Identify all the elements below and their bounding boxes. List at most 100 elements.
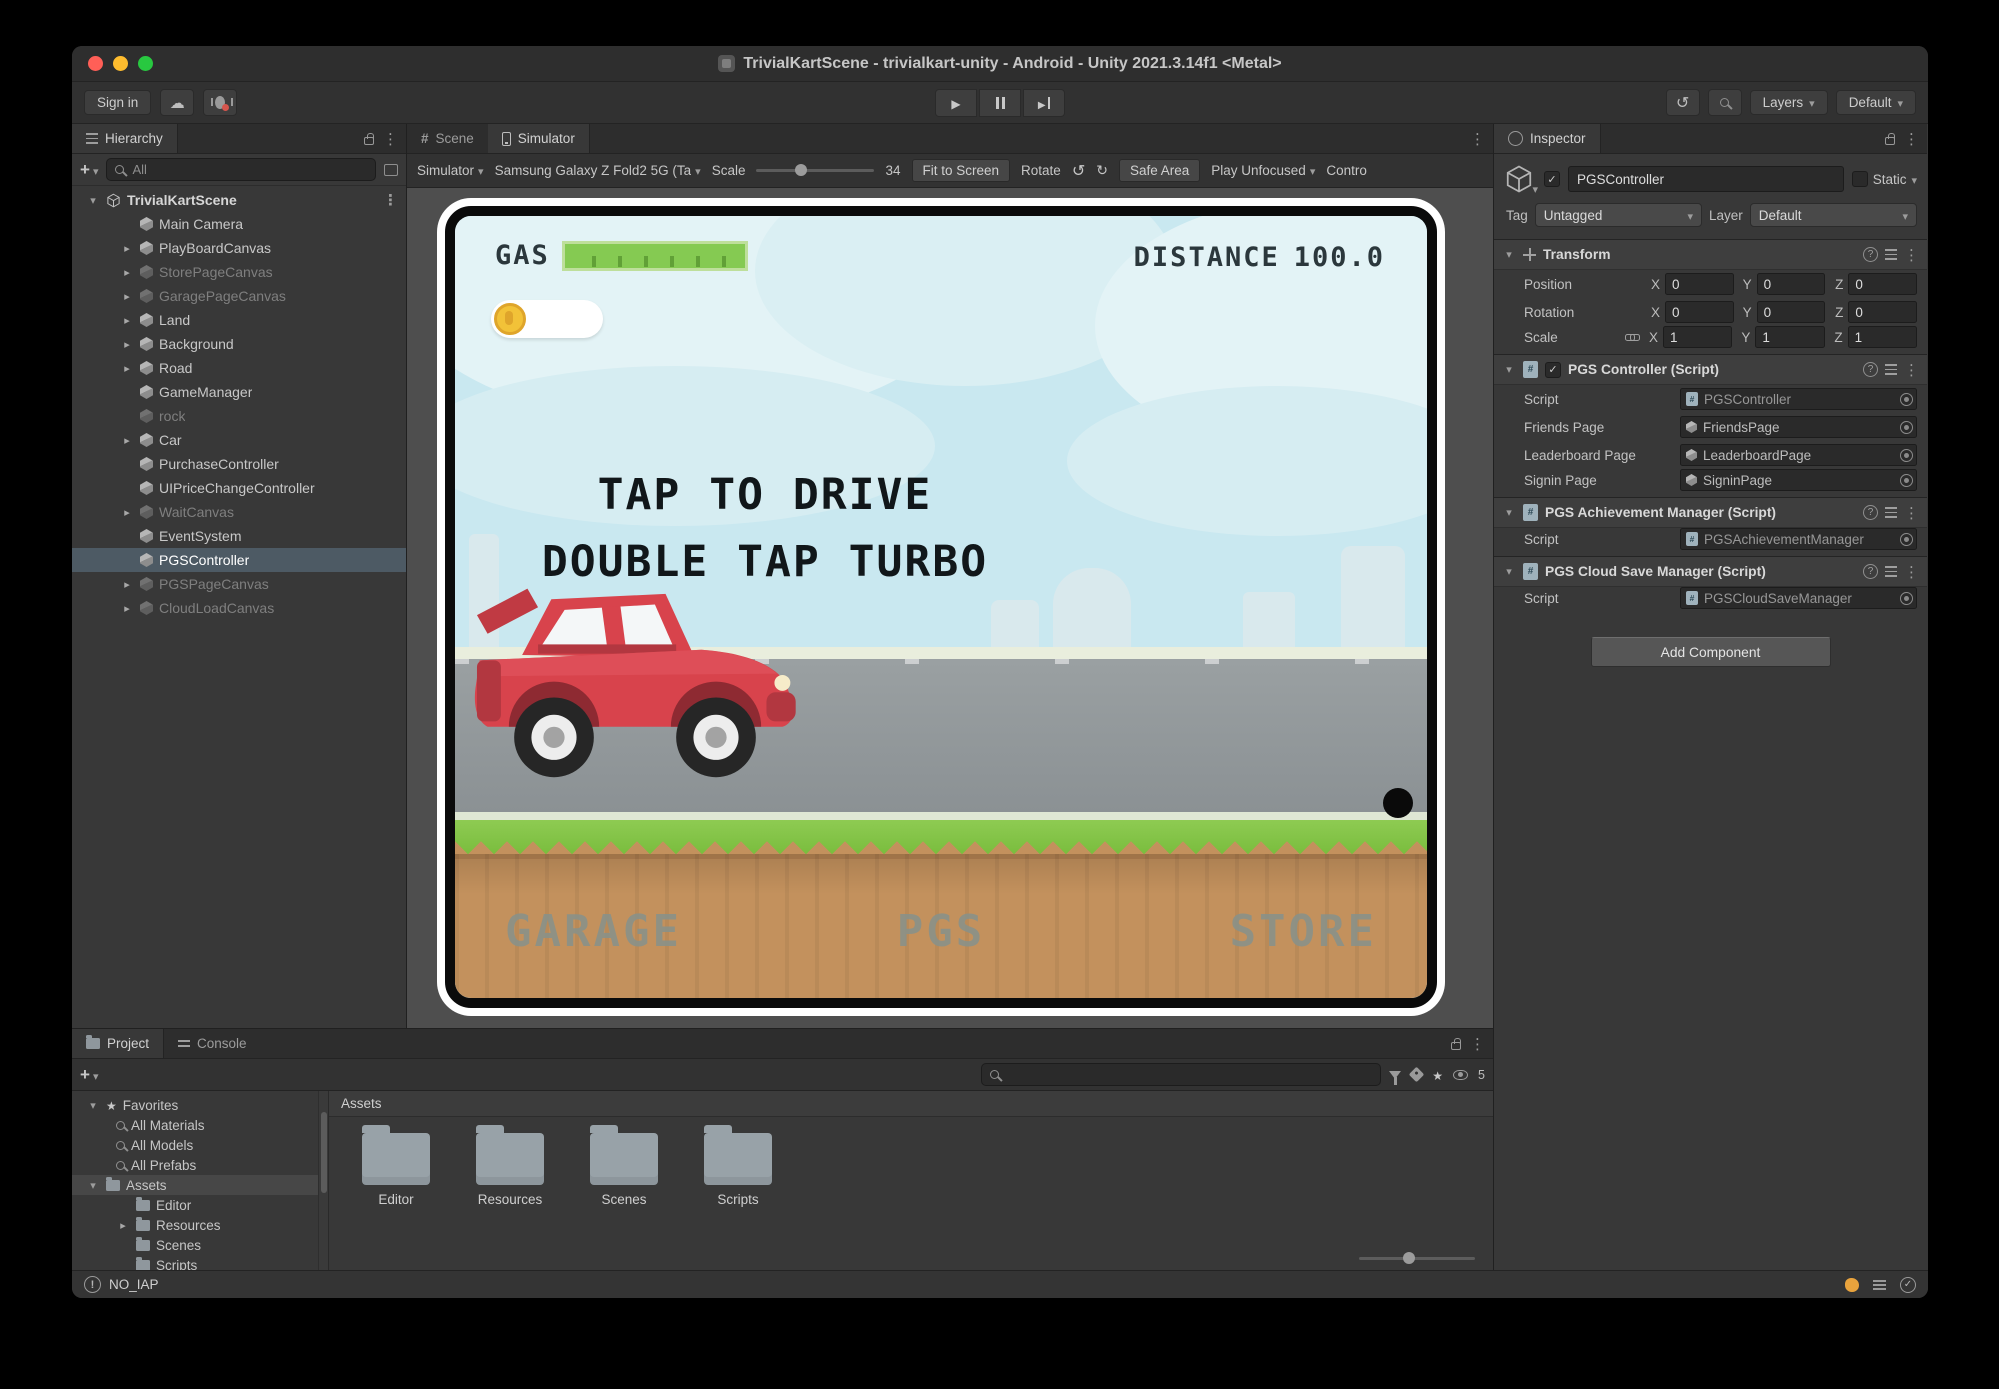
- version-history-button[interactable]: [1666, 89, 1700, 116]
- asset-folder[interactable]: Scripts: [693, 1133, 783, 1207]
- active-checkbox[interactable]: [1544, 171, 1560, 187]
- expand-arrow-icon[interactable]: [120, 314, 134, 327]
- layers-dropdown[interactable]: Layers: [1750, 90, 1828, 115]
- position-z-field[interactable]: 0: [1848, 273, 1917, 295]
- position-y-field[interactable]: 0: [1757, 273, 1826, 295]
- label-filter-icon[interactable]: [1409, 1067, 1425, 1083]
- expand-arrow-icon[interactable]: [120, 362, 134, 375]
- panel-menu-icon[interactable]: [383, 130, 398, 148]
- asset-folder[interactable]: Resources: [465, 1133, 555, 1207]
- garage-button[interactable]: GARAGE: [505, 906, 796, 957]
- lock-icon[interactable]: [1451, 1042, 1461, 1050]
- collapse-arrow-icon[interactable]: [86, 1179, 100, 1192]
- object-picker-icon[interactable]: [1900, 533, 1913, 546]
- tag-dropdown[interactable]: Untagged: [1535, 203, 1702, 227]
- component-header[interactable]: PGS Cloud Save Manager (Script): [1494, 557, 1927, 587]
- pgs-button[interactable]: PGS: [796, 906, 1087, 957]
- coin-toggle[interactable]: [491, 300, 603, 338]
- hierarchy-item[interactable]: EventSystem: [72, 524, 406, 548]
- help-icon[interactable]: [1863, 362, 1878, 377]
- position-x-field[interactable]: 0: [1665, 273, 1734, 295]
- cloud-button[interactable]: [160, 89, 194, 116]
- favorites-item[interactable]: All Prefabs: [72, 1155, 328, 1175]
- project-tree-item[interactable]: Scripts: [72, 1255, 328, 1270]
- hierarchy-item[interactable]: StorePageCanvas: [72, 260, 406, 284]
- minimize-button[interactable]: [113, 56, 128, 71]
- hierarchy-scene-row[interactable]: TrivialKartScene: [72, 188, 406, 212]
- asset-folder[interactable]: Scenes: [579, 1133, 669, 1207]
- expand-arrow-icon[interactable]: [120, 506, 134, 519]
- static-checkbox[interactable]: [1852, 171, 1868, 187]
- expand-arrow-icon[interactable]: [120, 338, 134, 351]
- component-menu-icon[interactable]: [1904, 504, 1919, 522]
- panel-menu-icon[interactable]: [1904, 130, 1919, 148]
- project-tree-item[interactable]: Editor: [72, 1195, 328, 1215]
- bug-report-button[interactable]: [203, 89, 237, 116]
- hierarchy-item[interactable]: Road: [72, 356, 406, 380]
- enabled-checkbox[interactable]: [1545, 362, 1561, 378]
- assets-root-row[interactable]: Assets: [72, 1175, 328, 1195]
- hierarchy-item[interactable]: GameManager: [72, 380, 406, 404]
- scene-menu-icon[interactable]: [383, 191, 398, 209]
- hierarchy-searchbox[interactable]: [106, 158, 376, 181]
- scale-slider[interactable]: [756, 169, 874, 172]
- project-search-input[interactable]: [1005, 1066, 1372, 1083]
- simulator-viewport[interactable]: GAS DISTANCE100.0 TAP TO DRIVE DOUBLE TA…: [407, 188, 1493, 1028]
- component-header[interactable]: PGS Controller (Script): [1494, 355, 1927, 385]
- object-field[interactable]: LeaderboardPage: [1680, 444, 1917, 466]
- expand-arrow-icon[interactable]: [120, 290, 134, 303]
- hierarchy-item[interactable]: GaragePageCanvas: [72, 284, 406, 308]
- close-button[interactable]: [88, 56, 103, 71]
- rotation-y-field[interactable]: 0: [1757, 301, 1826, 323]
- help-icon[interactable]: [1863, 564, 1878, 579]
- preset-icon[interactable]: [1885, 249, 1897, 259]
- expand-arrow-icon[interactable]: [120, 266, 134, 279]
- tab-scene[interactable]: Scene: [407, 124, 488, 153]
- control-menu-truncated[interactable]: Contro: [1326, 163, 1367, 178]
- tasks-complete-icon[interactable]: [1900, 1277, 1916, 1293]
- expand-arrow-icon[interactable]: [116, 1219, 130, 1232]
- favorites-item[interactable]: All Models: [72, 1135, 328, 1155]
- activity-icon[interactable]: [1845, 1278, 1859, 1292]
- hierarchy-item[interactable]: PlayBoardCanvas: [72, 236, 406, 260]
- pause-button[interactable]: [979, 89, 1021, 117]
- project-tree-item[interactable]: Resources: [72, 1215, 328, 1235]
- favorites-filter-icon[interactable]: [1432, 1067, 1443, 1083]
- hierarchy-item[interactable]: PGSPageCanvas: [72, 572, 406, 596]
- scrollbar-thumb[interactable]: [321, 1112, 327, 1193]
- favorites-item[interactable]: All Materials: [72, 1115, 328, 1135]
- expand-arrow-icon[interactable]: [120, 578, 134, 591]
- gameobject-cube-icon[interactable]: [1502, 163, 1536, 195]
- device-dropdown[interactable]: Samsung Galaxy Z Fold2 5G (Ta: [495, 163, 701, 178]
- object-picker-icon[interactable]: [1900, 592, 1913, 605]
- object-field[interactable]: PGSCloudSaveManager: [1680, 587, 1917, 609]
- hierarchy-item[interactable]: rock: [72, 404, 406, 428]
- favorites-row[interactable]: Favorites: [72, 1095, 328, 1115]
- expand-arrow-icon[interactable]: [120, 434, 134, 447]
- foldout-arrow-icon[interactable]: [1502, 248, 1516, 261]
- layer-dropdown[interactable]: Default: [1750, 203, 1917, 227]
- play-button[interactable]: [935, 89, 977, 117]
- foldout-arrow-icon[interactable]: [1502, 363, 1516, 376]
- link-scale-icon[interactable]: [1625, 331, 1640, 343]
- hierarchy-search-input[interactable]: [130, 161, 367, 178]
- project-searchbox[interactable]: [981, 1063, 1381, 1086]
- preset-icon[interactable]: [1885, 507, 1897, 517]
- chevron-down-icon[interactable]: [1911, 172, 1917, 187]
- help-icon[interactable]: [1863, 247, 1878, 262]
- expand-arrow-icon[interactable]: [120, 602, 134, 615]
- sign-in-button[interactable]: Sign in: [84, 90, 151, 115]
- fit-to-screen-button[interactable]: Fit to Screen: [912, 159, 1011, 182]
- thumbnail-zoom-slider[interactable]: [1359, 1257, 1475, 1260]
- rotate-cw-button[interactable]: [1096, 162, 1108, 179]
- help-icon[interactable]: [1863, 505, 1878, 520]
- hierarchy-item[interactable]: CloudLoadCanvas: [72, 596, 406, 620]
- object-picker-icon[interactable]: [1900, 421, 1913, 434]
- preset-icon[interactable]: [1885, 566, 1897, 576]
- object-field[interactable]: PGSController: [1680, 388, 1917, 410]
- component-menu-icon[interactable]: [1904, 246, 1919, 264]
- tab-simulator[interactable]: Simulator: [488, 124, 590, 153]
- collapse-arrow-icon[interactable]: [86, 194, 100, 207]
- component-menu-icon[interactable]: [1904, 563, 1919, 581]
- layout-dropdown[interactable]: Default: [1836, 90, 1916, 115]
